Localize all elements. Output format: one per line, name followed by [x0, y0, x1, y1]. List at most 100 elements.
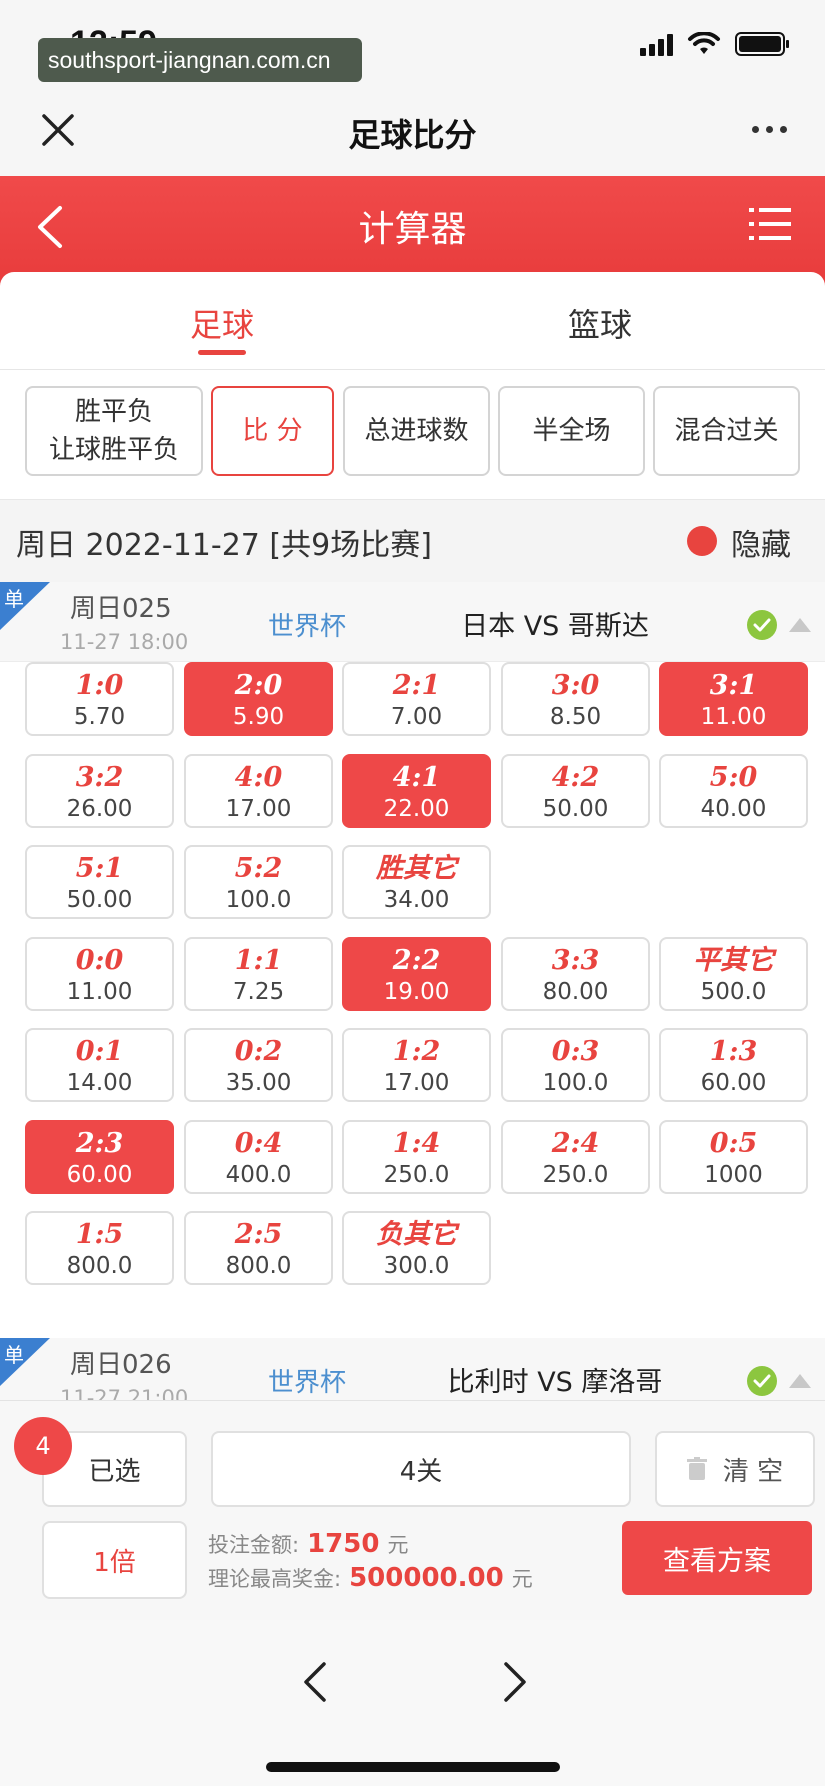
odds-value: 8.50	[549, 704, 602, 730]
score-label: 3:1	[709, 670, 758, 701]
score-option[interactable]: 负其它 300.0	[342, 1211, 491, 1285]
score-option[interactable]: 2:0 5.90	[184, 662, 333, 736]
main-panel: 足球 篮球 胜平负 让球胜平负 比 分 总进球数 半全场 混合过关 周日 202…	[0, 272, 825, 1412]
score-label: 2:3	[75, 1128, 124, 1159]
collapse-arrow-icon[interactable]	[789, 618, 811, 632]
score-option[interactable]: 1:2 17.00	[342, 1028, 491, 1102]
hide-toggle-icon[interactable]	[687, 526, 717, 556]
odds-value: 7.00	[390, 704, 443, 730]
score-option[interactable]: 0:5 1000	[659, 1120, 808, 1194]
score-label: 4:0	[234, 762, 283, 793]
max-prize-value: 500000.00	[349, 1563, 504, 1593]
score-option[interactable]: 0:3 100.0	[501, 1028, 650, 1102]
tab-label: 混合过关	[674, 416, 779, 446]
odds-value: 60.00	[700, 1070, 767, 1096]
score-option[interactable]: 胜其它 34.00	[342, 845, 491, 919]
check-circle-icon[interactable]	[747, 1366, 777, 1396]
score-option[interactable]: 4:0 17.00	[184, 754, 333, 828]
score-label: 3:0	[551, 670, 600, 701]
score-option[interactable]: 2:3 60.00	[25, 1120, 174, 1194]
bet-amount-value: 1750	[307, 1529, 380, 1559]
app-header: 足球比分	[0, 90, 825, 176]
tab-total-goals[interactable]: 总进球数	[343, 386, 490, 476]
svg-text:单: 单	[4, 1343, 24, 1367]
odds-value: 7.25	[232, 979, 285, 1005]
score-option[interactable]: 1:5 800.0	[25, 1211, 174, 1285]
check-circle-icon[interactable]	[747, 610, 777, 640]
tab-correct-score[interactable]: 比 分	[211, 386, 334, 476]
browser-nav-bar	[0, 1620, 825, 1786]
home-indicator[interactable]	[266, 1762, 560, 1772]
selected-count-badge: 4	[14, 1417, 72, 1475]
score-option[interactable]: 5:2 100.0	[184, 845, 333, 919]
odds-value: 300.0	[383, 1253, 450, 1279]
odds-value: 35.00	[225, 1070, 292, 1096]
date-bar: 周日 2022-11-27 [共9场比赛] 隐藏	[0, 500, 825, 582]
menu-list-icon[interactable]	[749, 206, 791, 242]
bottom-bar: 已选 4 4关 清 空 1倍 投注金额: 1750 元 理论最高奖金: 500000.…	[0, 1400, 825, 1620]
score-label: 1:0	[75, 670, 124, 701]
match-number: 周日025	[70, 594, 172, 624]
score-option[interactable]: 2:2 19.00	[342, 937, 491, 1011]
odds-value: 11.00	[700, 704, 767, 730]
bet-amount-label: 投注金额:	[208, 1533, 300, 1557]
score-option[interactable]: 0:1 14.00	[25, 1028, 174, 1102]
score-label: 1:3	[709, 1036, 758, 1067]
score-option[interactable]: 1:0 5.70	[25, 662, 174, 736]
tab-label: 胜平负	[74, 397, 153, 427]
single-badge-icon: 单	[0, 582, 50, 630]
odds-value: 800.0	[66, 1253, 133, 1279]
score-option[interactable]: 1:1 7.25	[184, 937, 333, 1011]
score-option[interactable]: 4:2 50.00	[501, 754, 650, 828]
chevron-right-icon[interactable]	[500, 1660, 530, 1704]
score-option[interactable]: 2:4 250.0	[501, 1120, 650, 1194]
tab-football[interactable]: 足球	[122, 300, 322, 355]
score-label: 2:4	[551, 1128, 600, 1159]
score-label: 2:2	[392, 945, 441, 976]
multiple-stepper[interactable]: 1倍	[42, 1521, 187, 1599]
clear-button[interactable]: 清 空	[655, 1431, 815, 1507]
score-option[interactable]: 5:1 50.00	[25, 845, 174, 919]
score-option[interactable]: 0:2 35.00	[184, 1028, 333, 1102]
hide-toggle-label[interactable]: 隐藏	[731, 520, 791, 564]
match-header[interactable]: 单 周日025 11-27 18:00 世界杯 日本 VS 哥斯达	[0, 582, 825, 662]
more-icon[interactable]	[752, 126, 787, 133]
score-option[interactable]: 0:0 11.00	[25, 937, 174, 1011]
tab-label: 半全场	[532, 416, 611, 446]
odds-value: 50.00	[542, 796, 609, 822]
score-option[interactable]: 平其它 500.0	[659, 937, 808, 1011]
pass-type-select[interactable]: 4关	[211, 1431, 631, 1507]
odds-value: 19.00	[383, 979, 450, 1005]
tab-label: 总进球数	[364, 416, 469, 446]
status-bar: 12:59 southsport-jiangnan.com.cn	[0, 0, 825, 90]
score-option[interactable]: 3:0 8.50	[501, 662, 650, 736]
score-option[interactable]: 3:3 80.00	[501, 937, 650, 1011]
score-option[interactable]: 2:1 7.00	[342, 662, 491, 736]
status-icons	[640, 32, 789, 56]
score-label: 0:2	[234, 1036, 283, 1067]
score-option[interactable]: 0:4 400.0	[184, 1120, 333, 1194]
tab-half-full[interactable]: 半全场	[498, 386, 645, 476]
tab-win-draw-lose[interactable]: 胜平负 让球胜平负	[25, 386, 203, 476]
date-text: 周日 2022-11-27 [共9场比赛]	[16, 528, 432, 563]
svg-text:单: 单	[4, 587, 24, 611]
tab-mixed-parlay[interactable]: 混合过关	[653, 386, 800, 476]
odds-value: 22.00	[383, 796, 450, 822]
score-option[interactable]: 1:4 250.0	[342, 1120, 491, 1194]
tab-basketball[interactable]: 篮球	[500, 300, 700, 346]
score-option[interactable]: 2:5 800.0	[184, 1211, 333, 1285]
odds-value: 400.0	[225, 1162, 292, 1188]
score-option[interactable]: 3:1 11.00	[659, 662, 808, 736]
view-plan-button[interactable]: 查看方案	[622, 1521, 812, 1595]
tab-label: 让球胜平负	[48, 435, 179, 465]
collapse-arrow-icon[interactable]	[789, 1374, 811, 1388]
odds-value: 50.00	[66, 887, 133, 913]
odds-value: 17.00	[383, 1070, 450, 1096]
score-option[interactable]: 4:1 22.00	[342, 754, 491, 828]
score-option[interactable]: 5:0 40.00	[659, 754, 808, 828]
score-option[interactable]: 3:2 26.00	[25, 754, 174, 828]
score-label: 5:0	[709, 762, 758, 793]
odds-value: 250.0	[383, 1162, 450, 1188]
score-option[interactable]: 1:3 60.00	[659, 1028, 808, 1102]
chevron-left-icon[interactable]	[300, 1660, 330, 1704]
